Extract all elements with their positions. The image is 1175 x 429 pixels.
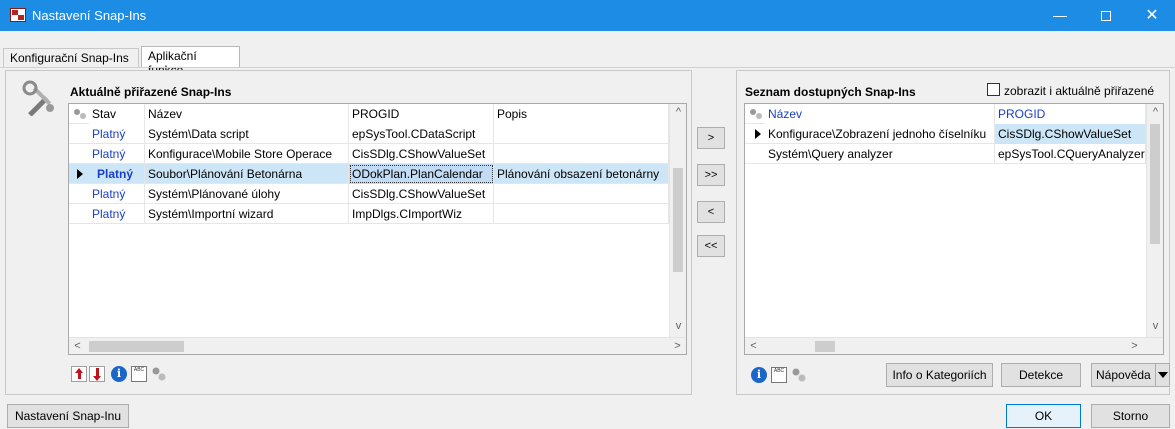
title-bar: Nastavení Snap-Ins — ✕ — [0, 0, 1175, 31]
scroll-left-icon[interactable]: < — [745, 338, 762, 354]
column-header-nazev[interactable]: Název — [145, 104, 349, 124]
scroll-thumb[interactable] — [1150, 124, 1160, 244]
current-row-marker-icon — [755, 129, 761, 139]
row-name: Konfigurace\Zobrazení jednoho číselníku — [765, 124, 995, 144]
row-progid: ImpDlgs.CImportWiz — [349, 204, 494, 224]
assigned-grid[interactable]: Stav Název PROGID Popis Platný Systém\Da… — [68, 103, 687, 355]
add-all-button[interactable]: >> — [697, 164, 725, 186]
gears-icon[interactable] — [791, 367, 807, 383]
row-popis: Plánování obsazení betonárny — [494, 164, 669, 184]
column-header-stav[interactable]: Stav — [89, 104, 145, 124]
row-status: Platný — [89, 124, 145, 144]
row-progid: CisSDlg.CShowValueSet — [349, 144, 494, 164]
scroll-down-icon[interactable]: v — [1147, 318, 1163, 335]
table-row[interactable]: Platný Systém\Plánované úlohy CisSDlg.CS… — [69, 184, 669, 204]
scroll-thumb[interactable] — [815, 341, 835, 352]
column-header-popis[interactable]: Popis — [494, 104, 669, 124]
scroll-thumb[interactable] — [673, 168, 683, 272]
minimize-button[interactable]: — — [1037, 0, 1083, 31]
show-assigned-checkbox[interactable] — [987, 83, 1000, 96]
cancel-button[interactable]: Storno — [1091, 404, 1170, 428]
window-title: Nastavení Snap-Ins — [32, 8, 147, 23]
row-name: Systém\Plánované úlohy — [145, 184, 349, 204]
scroll-thumb[interactable] — [89, 341, 184, 352]
maximize-icon — [1101, 11, 1111, 22]
grid-header: Stav Název PROGID Popis — [69, 104, 669, 124]
show-assigned-label[interactable]: zobrazit i aktuálně přiřazené — [1004, 84, 1154, 98]
available-title: Seznam dostupných Snap-Ins — [745, 85, 916, 99]
remove-button[interactable]: < — [697, 201, 725, 223]
vertical-scrollbar[interactable]: ^ v — [1146, 104, 1163, 337]
gears-icon[interactable] — [151, 366, 167, 382]
chevron-down-icon[interactable] — [1155, 364, 1169, 386]
category-info-button[interactable]: Info o Kategoriích — [886, 363, 993, 387]
gears-icon — [74, 109, 86, 119]
row-popis — [494, 124, 669, 144]
column-header-progid[interactable]: PROGID — [349, 104, 494, 124]
row-name: Soubor\Plánování Betonárna — [145, 164, 349, 184]
row-progid: epSysTool.CDataScript — [349, 124, 494, 144]
detect-button[interactable]: Detekce — [1001, 363, 1081, 387]
row-progid: CisSDlg.CShowValueSet — [995, 124, 1146, 144]
table-row[interactable]: Platný Systém\Importní wizard ImpDlgs.CI… — [69, 204, 669, 224]
table-row[interactable]: Systém\Query analyzer epSysTool.CQueryAn… — [745, 144, 1146, 164]
abc-icon[interactable]: ABC — [131, 366, 147, 382]
info-icon[interactable]: i — [111, 366, 127, 382]
scroll-up-icon[interactable]: ^ — [1147, 104, 1163, 121]
row-name: Systém\Query analyzer — [765, 144, 995, 164]
scroll-left-icon[interactable]: < — [69, 338, 86, 354]
row-progid: ODokPlan.PlanCalendar — [349, 164, 494, 184]
gears-icon — [750, 109, 762, 119]
scroll-down-icon[interactable]: v — [670, 318, 686, 335]
available-grid[interactable]: Název PROGID Konfigurace\Zobrazení jedno… — [744, 103, 1164, 355]
row-name: Systém\Importní wizard — [145, 204, 349, 224]
table-row[interactable]: Platný Konfigurace\Mobile Store Operace … — [69, 144, 669, 164]
horizontal-scrollbar[interactable]: < > — [69, 337, 686, 354]
row-progid: epSysTool.CQueryAnalyzer — [995, 144, 1146, 164]
row-name: Systém\Data script — [145, 124, 349, 144]
row-popis — [494, 144, 669, 164]
info-icon[interactable]: i — [751, 367, 767, 383]
tab-konfiguracni-snap-ins[interactable]: Konfigurační Snap-Ins — [3, 48, 139, 67]
move-down-icon[interactable] — [89, 366, 105, 382]
row-status: Platný — [89, 164, 145, 184]
row-popis — [494, 184, 669, 204]
ok-button[interactable]: OK — [1006, 404, 1081, 428]
current-row-marker-icon — [77, 169, 83, 179]
maximize-button[interactable] — [1083, 0, 1129, 31]
abc-icon[interactable]: ABC — [771, 367, 787, 383]
snap-in-settings-button[interactable]: Nastavení Snap-Inu — [7, 404, 129, 428]
row-status: Platný — [89, 184, 145, 204]
row-name: Konfigurace\Mobile Store Operace — [145, 144, 349, 164]
move-up-icon[interactable] — [71, 366, 87, 382]
tab-aplikacni-funkce[interactable]: Aplikační funkce — [141, 46, 240, 77]
column-header-progid[interactable]: PROGID — [995, 104, 1146, 124]
vertical-scrollbar[interactable]: ^ v — [669, 104, 686, 337]
assigned-title: Aktuálně přiřazené Snap-Ins — [70, 85, 232, 99]
scroll-right-icon[interactable]: > — [1126, 338, 1143, 354]
help-button-label[interactable]: Nápověda — [1096, 368, 1151, 382]
row-status: Platný — [89, 144, 145, 164]
row-progid: CisSDlg.CShowValueSet — [349, 184, 494, 204]
grid-header: Název PROGID — [745, 104, 1146, 124]
add-button[interactable]: > — [697, 127, 725, 149]
tab-divider — [0, 67, 1175, 68]
table-row[interactable]: Platný Systém\Data script epSysTool.CDat… — [69, 124, 669, 144]
row-status: Platný — [89, 204, 145, 224]
scroll-right-icon[interactable]: > — [669, 338, 686, 354]
column-header-nazev[interactable]: Název — [765, 104, 995, 124]
scroll-up-icon[interactable]: ^ — [670, 104, 686, 121]
tab-strip: Konfigurační Snap-Ins Aplikační funkce — [0, 31, 1175, 77]
horizontal-scrollbar[interactable]: < > — [745, 337, 1163, 354]
app-icon — [10, 8, 26, 22]
tools-icon — [22, 80, 54, 116]
remove-all-button[interactable]: << — [697, 235, 725, 257]
row-popis — [494, 204, 669, 224]
help-split-button[interactable]: Nápověda — [1091, 363, 1170, 387]
close-button[interactable]: ✕ — [1129, 0, 1175, 31]
table-row-current[interactable]: Konfigurace\Zobrazení jednoho číselníku … — [745, 124, 1146, 144]
table-row-selected[interactable]: Platný Soubor\Plánování Betonárna ODokPl… — [69, 164, 669, 184]
